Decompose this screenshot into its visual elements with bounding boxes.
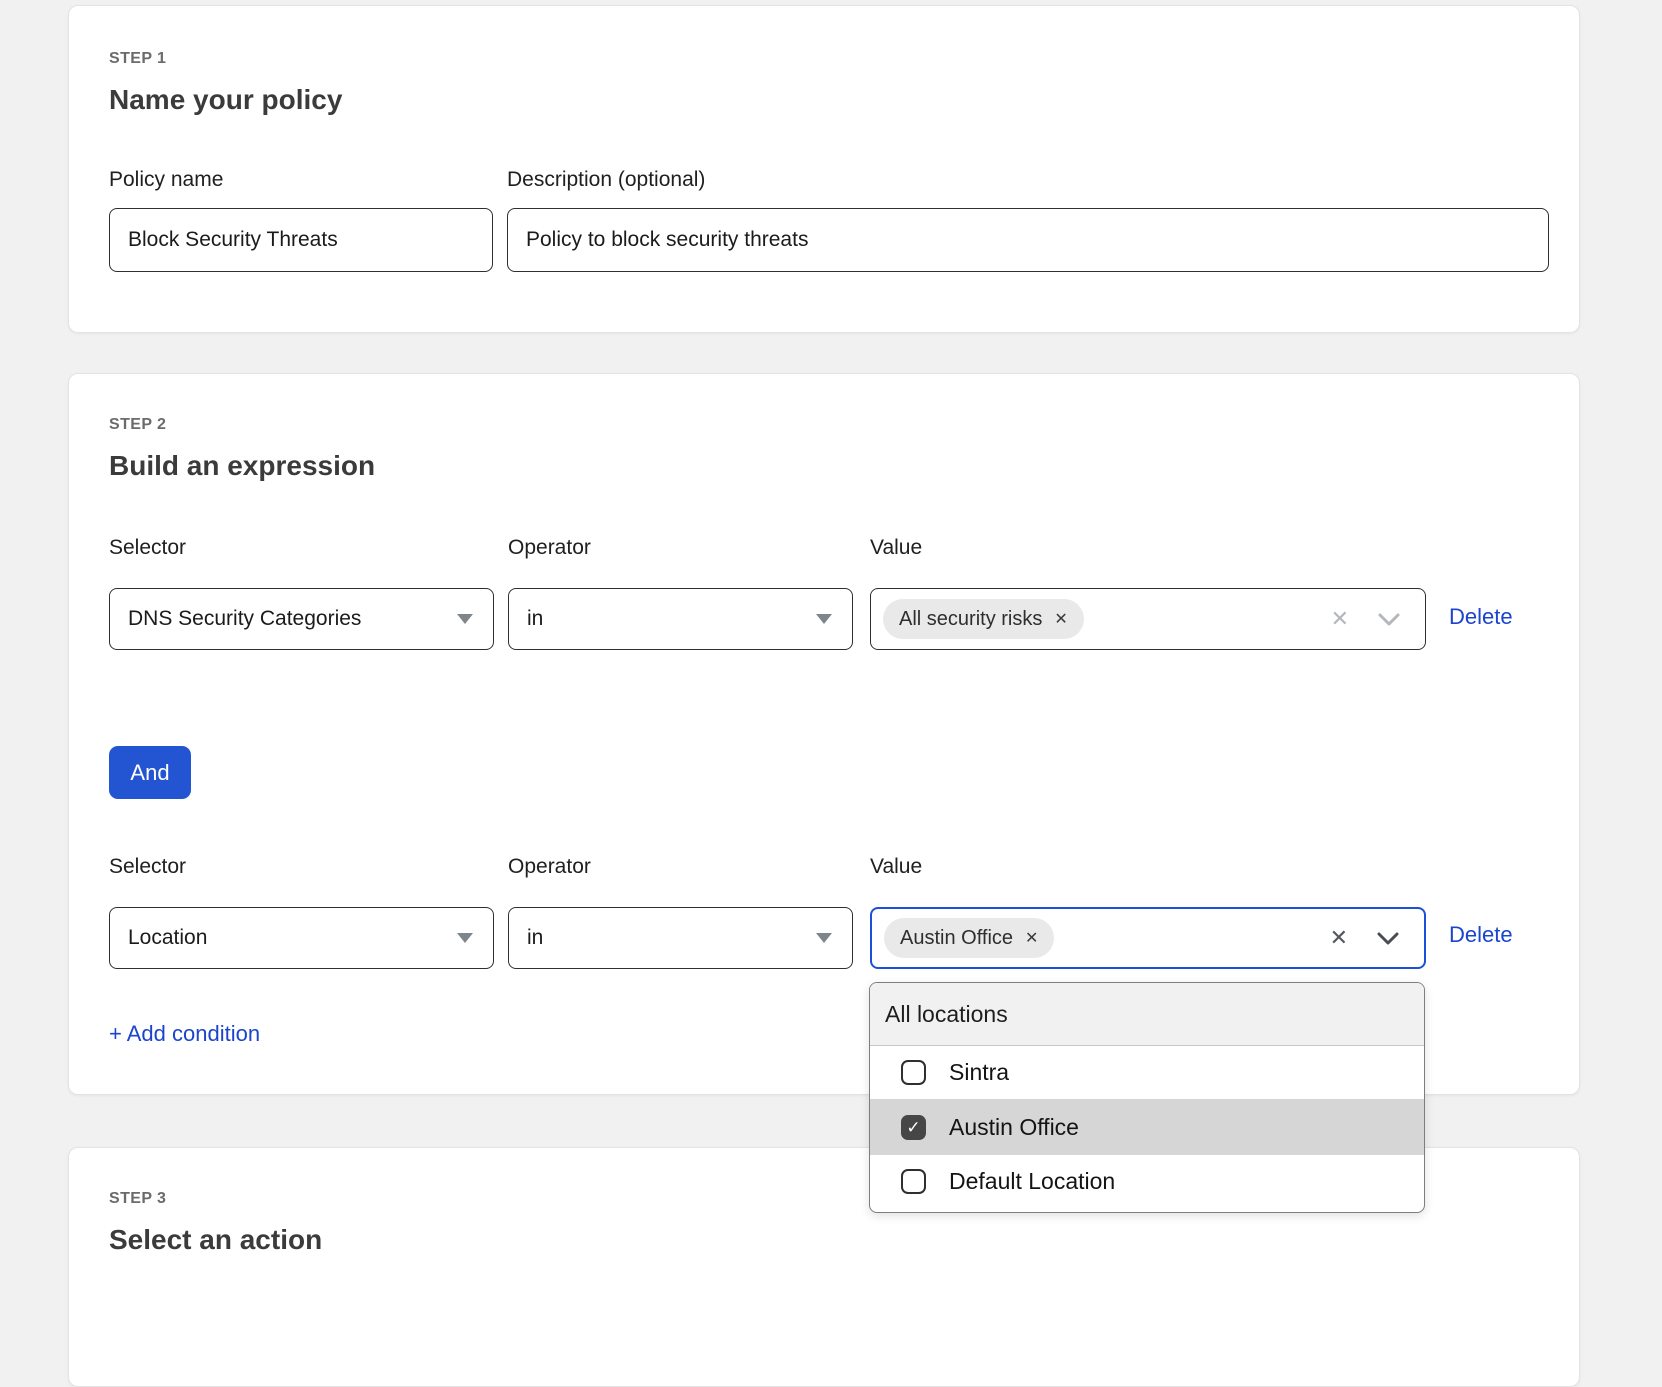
step1-label: STEP 1 xyxy=(109,50,166,68)
description-input[interactable] xyxy=(507,208,1549,272)
checkbox-unchecked-icon[interactable]: ✓ xyxy=(901,1060,926,1085)
value-tag-label: All security risks xyxy=(899,608,1042,631)
add-condition-link[interactable]: + Add condition xyxy=(109,1021,260,1047)
dropdown-group-header: All locations xyxy=(870,983,1424,1046)
dropdown-option-label: Austin Office xyxy=(949,1114,1079,1141)
selector-dropdown-row1-value: DNS Security Categories xyxy=(128,607,361,631)
dropdown-arrow-icon xyxy=(457,614,473,624)
value-multiselect-row1[interactable]: All security risks ✕ ✕ xyxy=(870,588,1426,650)
step1-title: Name your policy xyxy=(109,84,342,116)
value-tag-label: Austin Office xyxy=(900,927,1013,950)
policy-name-label: Policy name xyxy=(109,168,223,192)
selector-column-label: Selector xyxy=(109,536,494,560)
dropdown-arrow-icon xyxy=(816,933,832,943)
dropdown-arrow-icon xyxy=(457,933,473,943)
step3-title: Select an action xyxy=(109,1224,322,1256)
policy-builder-page: STEP 1 Name your policy Policy name Desc… xyxy=(0,0,1662,1286)
operator-column-label: Operator xyxy=(508,855,853,879)
value-multiselect-row2[interactable]: Austin Office ✕ ✕ xyxy=(870,907,1426,969)
value-tag: Austin Office ✕ xyxy=(884,918,1054,958)
clear-value-icon[interactable]: ✕ xyxy=(1330,927,1348,949)
remove-tag-icon[interactable]: ✕ xyxy=(1025,928,1038,948)
operator-dropdown-row1-value: in xyxy=(527,607,543,631)
value-column-label: Value xyxy=(870,536,1426,560)
operator-dropdown-row2[interactable]: in xyxy=(508,907,853,969)
dropdown-option-sintra[interactable]: ✓ Sintra xyxy=(870,1046,1424,1099)
checkbox-unchecked-icon[interactable]: ✓ xyxy=(901,1169,926,1194)
value-column-label: Value xyxy=(870,855,1426,879)
operator-column-label: Operator xyxy=(508,536,853,560)
description-label: Description (optional) xyxy=(507,168,705,192)
dropdown-option-label: Sintra xyxy=(949,1059,1009,1086)
operator-dropdown-row1[interactable]: in xyxy=(508,588,853,650)
checkbox-checked-icon[interactable]: ✓ xyxy=(901,1115,926,1140)
delete-condition-row2-link[interactable]: Delete xyxy=(1449,922,1513,948)
selector-dropdown-row2[interactable]: Location xyxy=(109,907,494,969)
delete-condition-row1-link[interactable]: Delete xyxy=(1449,604,1513,630)
step1-card: STEP 1 Name your policy Policy name Desc… xyxy=(68,5,1580,333)
dropdown-arrow-icon xyxy=(816,614,832,624)
selector-column-label: Selector xyxy=(109,855,494,879)
dropdown-option-default-location[interactable]: ✓ Default Location xyxy=(870,1155,1424,1208)
clear-value-icon[interactable]: ✕ xyxy=(1331,608,1349,630)
selector-dropdown-row2-value: Location xyxy=(128,926,207,950)
dropdown-option-label: Default Location xyxy=(949,1168,1115,1195)
chevron-down-icon[interactable] xyxy=(1376,931,1400,946)
location-dropdown-menu: All locations ✓ Sintra ✓ Austin Office ✓… xyxy=(869,982,1425,1213)
operator-dropdown-row2-value: in xyxy=(527,926,543,950)
and-operator-button[interactable]: And xyxy=(109,746,191,799)
step3-label: STEP 3 xyxy=(109,1190,166,1208)
step2-title: Build an expression xyxy=(109,450,375,482)
step2-label: STEP 2 xyxy=(109,416,166,434)
value-tag: All security risks ✕ xyxy=(883,599,1084,639)
policy-name-input[interactable] xyxy=(109,208,493,272)
remove-tag-icon[interactable]: ✕ xyxy=(1054,609,1067,629)
check-icon: ✓ xyxy=(906,1119,920,1136)
chevron-down-icon[interactable] xyxy=(1377,612,1401,627)
selector-dropdown-row1[interactable]: DNS Security Categories xyxy=(109,588,494,650)
dropdown-option-austin-office[interactable]: ✓ Austin Office xyxy=(870,1099,1424,1155)
